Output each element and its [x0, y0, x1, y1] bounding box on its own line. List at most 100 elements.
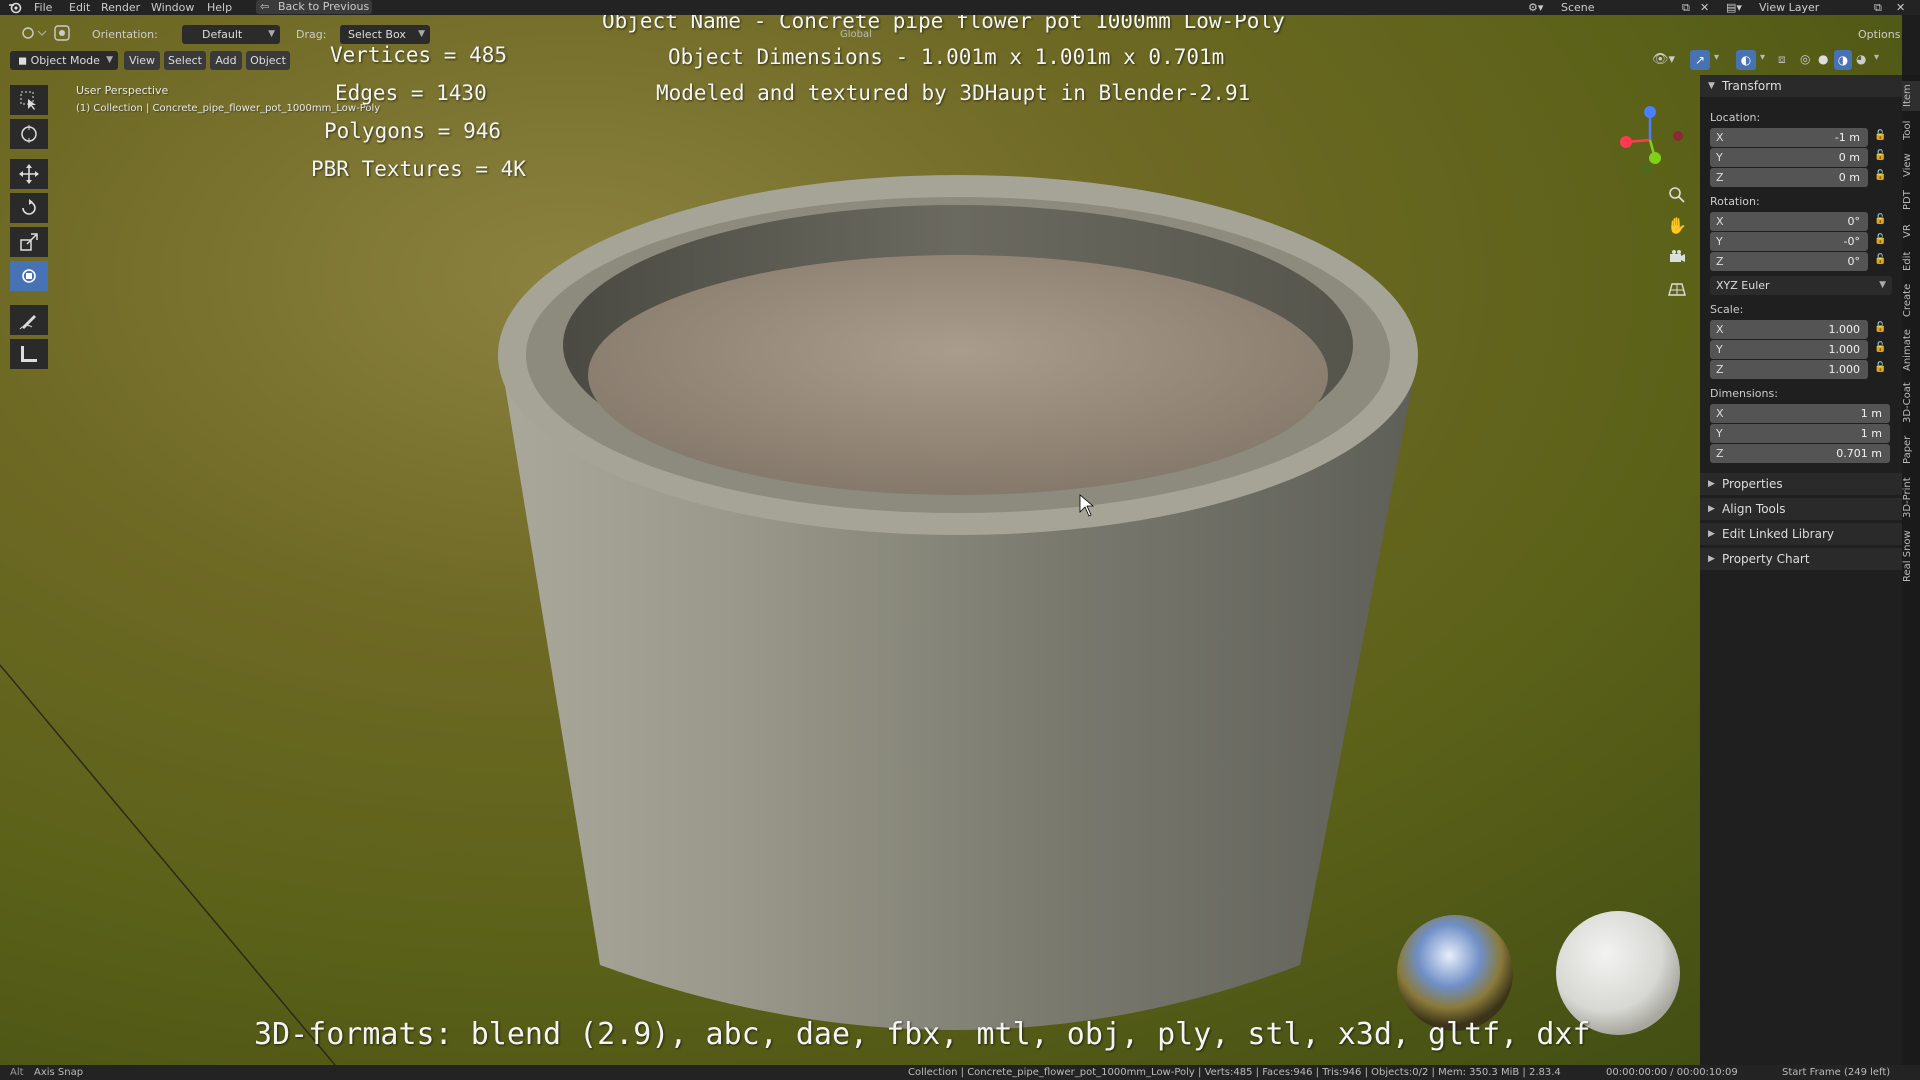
tab-vr[interactable]: VR [1902, 219, 1920, 243]
rotation-z-field[interactable]: Z 0° [1710, 252, 1868, 271]
lock-icon[interactable]: 🔓 [1874, 362, 1888, 376]
tab-3d-print[interactable]: 3D-Print [1902, 473, 1920, 523]
view-menu[interactable]: View [124, 51, 160, 70]
pan-hand-icon[interactable]: ✋ [1662, 211, 1692, 239]
lock-icon[interactable]: 🔓 [1874, 170, 1888, 184]
rotation-x-field[interactable]: X 0° [1710, 212, 1868, 231]
edit-linked-library-panel-header[interactable]: ▶ Edit Linked Library [1700, 523, 1902, 545]
scene-icon[interactable]: ⚙▾ [1528, 0, 1543, 15]
move-tool[interactable] [10, 159, 48, 189]
back-to-previous-button[interactable]: ⇦ Back to Previous [256, 0, 372, 14]
visibility-icon[interactable]: 👁▾ [1652, 52, 1675, 67]
dimension-z-field[interactable]: Z 0.701 m [1710, 444, 1890, 463]
mode-dropdown[interactable]: ◼ Object Mode ▼ [10, 51, 118, 70]
rotation-y-field[interactable]: Y -0° [1710, 232, 1868, 251]
scene-close-icon[interactable]: ✕ [1700, 0, 1709, 15]
location-x-field[interactable]: X -1 m [1710, 128, 1868, 147]
tab-tool[interactable]: Tool [1902, 115, 1920, 145]
wireframe-shading-icon[interactable]: ◎ [1800, 52, 1810, 66]
drag-dropdown[interactable]: Select Box ▼ [340, 25, 430, 44]
editor-type-button[interactable] [20, 25, 48, 45]
tab-create[interactable]: Create [1902, 279, 1920, 321]
scale-tool[interactable] [10, 227, 48, 257]
field-value: 1 m [1860, 427, 1882, 440]
field-value: 1.000 [1828, 343, 1861, 356]
view-layer-icon[interactable]: ▤▾ [1726, 0, 1742, 15]
scale-x-field[interactable]: X 1.000 [1710, 320, 1868, 339]
perspective-toggle-icon[interactable] [1662, 275, 1692, 303]
overlay-toggle-icon[interactable]: ◐ [1736, 50, 1756, 70]
solid-shading-icon[interactable]: ● [1818, 52, 1828, 66]
lock-icon[interactable]: 🔓 [1874, 254, 1888, 268]
properties-panel-header[interactable]: ▶ Properties [1700, 473, 1902, 495]
3d-viewport[interactable]: Orientation: Default ▼ Drag: Select Box ▼ … [0, 15, 1902, 1065]
rotation-mode-dropdown[interactable]: XYZ Euler ▼ [1710, 276, 1892, 295]
scale-label: Scale: [1710, 303, 1744, 316]
perspective-label: User Perspective [76, 84, 169, 97]
menu-edit[interactable]: Edit [69, 0, 90, 15]
align-tools-panel-header[interactable]: ▶ Align Tools [1700, 498, 1902, 520]
gizmo-toggle-icon[interactable]: ↗ [1690, 50, 1710, 70]
location-z-field[interactable]: Z 0 m [1710, 168, 1868, 187]
property-chart-panel-header[interactable]: ▶ Property Chart [1700, 548, 1902, 570]
x-axis-icon [1620, 136, 1632, 148]
transform-panel-header[interactable]: ▼ Transform [1700, 75, 1902, 97]
chevron-down-icon[interactable]: ▾ [1874, 52, 1879, 63]
orientation-dropdown[interactable]: Default ▼ [182, 25, 280, 44]
measure-ruler-icon [21, 346, 37, 362]
chevron-down-icon[interactable]: ▾ [1714, 52, 1719, 63]
flower-pot-model[interactable] [498, 175, 1418, 1030]
chevron-down-icon[interactable]: ▾ [1760, 52, 1765, 63]
tab-paper[interactable]: Paper [1902, 431, 1920, 469]
tab-view[interactable]: View [1902, 149, 1920, 181]
lock-icon[interactable]: 🔓 [1874, 322, 1888, 336]
y-axis-icon [1649, 152, 1661, 164]
location-label: Location: [1710, 111, 1761, 124]
tab-real-snow[interactable]: Real Snow [1902, 527, 1920, 585]
add-menu[interactable]: Add [210, 51, 242, 70]
view-layer-close-icon[interactable]: ✕ [1896, 0, 1905, 15]
dimension-y-field[interactable]: Y 1 m [1710, 424, 1890, 443]
lock-icon[interactable]: 🔓 [1874, 214, 1888, 228]
lock-icon[interactable]: 🔓 [1874, 130, 1888, 144]
tab-edit[interactable]: Edit [1902, 247, 1920, 275]
measure-tool[interactable] [10, 339, 48, 369]
navigation-gizmo[interactable] [1610, 100, 1690, 180]
menu-render[interactable]: Render [101, 0, 140, 15]
transform-tool[interactable] [10, 261, 48, 291]
select-mode-icon[interactable] [52, 23, 72, 43]
rotate-tool[interactable] [10, 193, 48, 223]
scale-z-field[interactable]: Z 1.000 [1710, 360, 1868, 379]
scale-y-field[interactable]: Y 1.000 [1710, 340, 1868, 359]
zoom-icon[interactable] [1662, 181, 1692, 209]
scene-new-icon[interactable]: ⧉ [1682, 0, 1690, 15]
rotation-label: Rotation: [1710, 195, 1760, 208]
xray-icon[interactable]: ⧈ [1778, 52, 1786, 67]
dimension-x-field[interactable]: X 1 m [1710, 404, 1890, 423]
lock-icon[interactable]: 🔓 [1874, 150, 1888, 164]
menu-window[interactable]: Window [151, 0, 194, 15]
material-preview-icon[interactable]: ◑ [1834, 50, 1852, 70]
blender-logo-icon[interactable] [8, 1, 22, 14]
cursor-tool[interactable] [10, 119, 48, 149]
select-menu[interactable]: Select [164, 51, 206, 70]
tab-item[interactable]: Item [1902, 81, 1920, 111]
menu-file[interactable]: File [34, 0, 52, 15]
scene-name[interactable]: Scene [1561, 0, 1595, 15]
tab-pdt[interactable]: PDT [1902, 185, 1920, 215]
tab-animate[interactable]: Animate [1902, 325, 1920, 375]
location-y-field[interactable]: Y 0 m [1710, 148, 1868, 167]
menu-help[interactable]: Help [207, 0, 232, 15]
annotate-tool[interactable] [10, 305, 48, 335]
options-button[interactable]: Options [1858, 25, 1900, 45]
field-value: -1 m [1834, 131, 1860, 144]
lock-icon[interactable]: 🔓 [1874, 342, 1888, 356]
select-box-tool[interactable] [10, 85, 48, 115]
tab-3d-coat[interactable]: 3D-Coat [1902, 379, 1920, 427]
rendered-shading-icon[interactable]: ◕ [1856, 52, 1866, 66]
view-layer-new-icon[interactable]: ⧉ [1874, 0, 1882, 15]
camera-view-icon[interactable] [1662, 243, 1692, 271]
view-layer-name[interactable]: View Layer [1759, 0, 1819, 15]
object-menu[interactable]: Object [246, 51, 290, 70]
lock-icon[interactable]: 🔓 [1874, 234, 1888, 248]
